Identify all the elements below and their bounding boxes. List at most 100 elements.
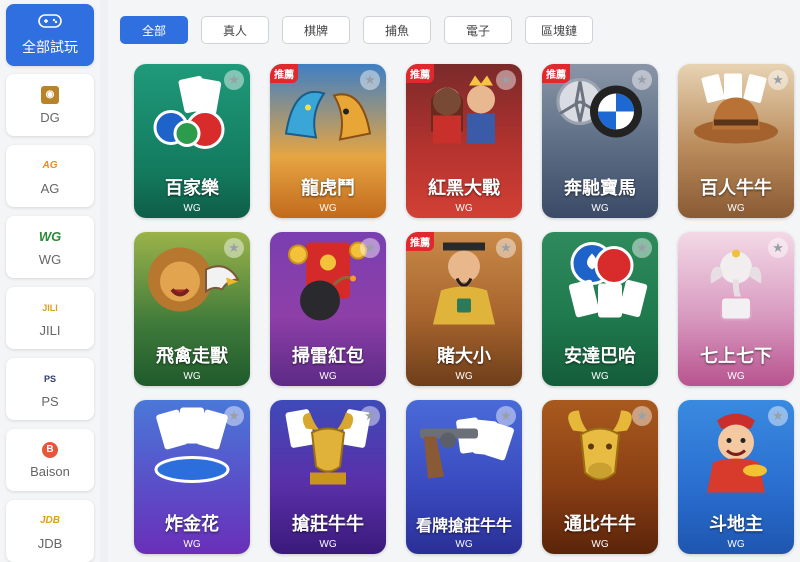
game-vendor: WG [727,371,745,382]
game-vendor: WG [183,539,201,550]
tab-all[interactable]: 全部 [120,16,188,44]
recommended-badge: 推薦 [406,232,434,251]
game-title: 飛禽走獸 [156,346,228,367]
star-icon[interactable]: ★ [632,406,652,426]
sidebar-item-ps[interactable]: PS PS [6,358,94,420]
game-vendor: WG [319,203,337,214]
game-title: 炸金花 [165,514,219,535]
game-card[interactable]: 推薦 ★ 紅黑大戰 WG [406,64,522,218]
landlord-character-icon [691,407,781,498]
star-icon[interactable]: ★ [360,238,380,258]
gamepad-icon [38,13,62,33]
jdb-logo-icon: JDB [39,515,60,526]
game-title: 百家樂 [165,178,219,199]
sidebar-item-dg[interactable]: ◉ DG [6,74,94,136]
game-title: 龍虎鬥 [301,178,355,199]
game-title: 奔馳寶馬 [564,178,636,199]
game-title: 搶莊牛牛 [292,514,364,535]
sidebar-item-label: AG [40,180,60,196]
emperor-icon [419,239,509,330]
star-icon[interactable]: ★ [360,70,380,90]
game-title: 看牌搶莊牛牛 [415,516,512,535]
sidebar-item-label: 全部試玩 [22,38,78,55]
star-icon[interactable]: ★ [496,70,516,90]
star-icon[interactable]: ★ [224,70,244,90]
star-icon[interactable]: ★ [632,70,652,90]
game-card[interactable]: ★ 斗地主 WG [678,400,794,554]
cards-chips-icon [147,74,237,159]
recommended-badge: 推薦 [270,64,298,83]
game-card[interactable]: 推薦 ★ 奔馳寶馬 WG [542,64,658,218]
baison-logo-icon: B [42,441,58,458]
sidebar-item-jdb[interactable]: JDB JDB [6,500,94,562]
game-title: 通比牛牛 [564,514,636,535]
tab-chess-cards[interactable]: 棋牌 [282,16,350,44]
game-vendor: WG [727,539,745,550]
sidebar-item-label: WG [38,251,62,267]
game-card[interactable]: ★ 搶莊牛牛 WG [270,400,386,554]
game-vendor: WG [183,203,201,214]
game-title: 紅黑大戰 [428,178,500,199]
game-title: 七上七下 [700,346,772,367]
sidebar-item-ag[interactable]: AG AG [6,145,94,207]
star-icon[interactable]: ★ [632,238,652,258]
star-icon[interactable]: ★ [768,406,788,426]
game-vendor: WG [591,539,609,550]
game-lobby: 全部 真人 棋牌 捕魚 電子 區塊鏈 ★ 百家樂 WG 推薦 ★ 龍虎鬥 WG [108,0,800,562]
game-vendor: WG [591,371,609,382]
game-title: 百人牛牛 [700,178,772,199]
game-card[interactable]: ★ 百人牛牛 WG [678,64,794,218]
game-vendor: WG [455,371,473,382]
game-card[interactable]: 推薦 ★ 賭大小 WG [406,232,522,386]
game-vendor: WG [319,371,337,382]
star-icon[interactable]: ★ [224,406,244,426]
game-vendor: WG [591,203,609,214]
sidebar-item-label: JILI [39,322,61,338]
game-card[interactable]: ★ 七上七下 WG [678,232,794,386]
game-card[interactable]: ★ 百家樂 WG [134,64,250,218]
star-icon[interactable]: ★ [360,406,380,426]
recommended-badge: 推薦 [406,64,434,83]
star-icon[interactable]: ★ [496,238,516,258]
game-card[interactable]: ★ 看牌搶莊牛牛 WG [406,400,522,554]
ag-logo-icon: AG [42,160,58,171]
sidebar-item-baison[interactable]: B Baison [6,429,94,491]
game-title: 安達巴哈 [564,346,636,367]
game-title: 斗地主 [709,514,763,535]
sidebar-item-wg[interactable]: WG WG [6,216,94,278]
tab-fishing[interactable]: 捕魚 [363,16,431,44]
sidebar-item-jili[interactable]: JILI JILI [6,287,94,349]
star-icon[interactable]: ★ [224,238,244,258]
game-title: 賭大小 [437,346,491,367]
sidebar-item-label: JDB [37,535,63,551]
game-vendor: WG [455,203,473,214]
star-icon[interactable]: ★ [768,238,788,258]
star-icon[interactable]: ★ [496,406,516,426]
game-card[interactable]: 推薦 ★ 龍虎鬥 WG [270,64,386,218]
star-icon[interactable]: ★ [768,70,788,90]
tab-live[interactable]: 真人 [201,16,269,44]
game-vendor: WG [183,371,201,382]
tab-electronic[interactable]: 電子 [444,16,512,44]
elephant-icon [691,240,781,329]
tab-blockchain[interactable]: 區塊鏈 [525,16,593,44]
game-card[interactable]: ★ 安達巴哈 WG [542,232,658,386]
game-card[interactable]: ★ 掃雷紅包 WG [270,232,386,386]
vendor-sidebar: 全部試玩 ◉ DG AG AG WG WG JILI JILI PS PS B … [0,0,100,562]
game-vendor: WG [727,203,745,214]
game-grid: ★ 百家樂 WG 推薦 ★ 龍虎鬥 WG 推薦 ★ 紅黑大戰 WG 推薦 ★ 奔… [134,64,794,554]
game-card[interactable]: ★ 飛禽走獸 WG [134,232,250,386]
game-card[interactable]: ★ 炸金花 WG [134,400,250,554]
king-queen-icon [419,72,509,161]
golden-bull-head-icon [555,407,645,498]
recommended-badge: 推薦 [542,64,570,83]
game-title: 掃雷紅包 [292,346,364,367]
dg-logo-icon: ◉ [41,85,59,104]
wg-logo-icon: WG [38,229,62,244]
game-card[interactable]: ★ 通比牛牛 WG [542,400,658,554]
sidebar-item-label: PS [41,393,59,409]
sidebar-item-all-demo[interactable]: 全部試玩 [6,4,94,66]
game-vendor: WG [455,539,473,550]
game-vendor: WG [319,539,337,550]
jili-logo-icon: JILI [42,302,58,313]
